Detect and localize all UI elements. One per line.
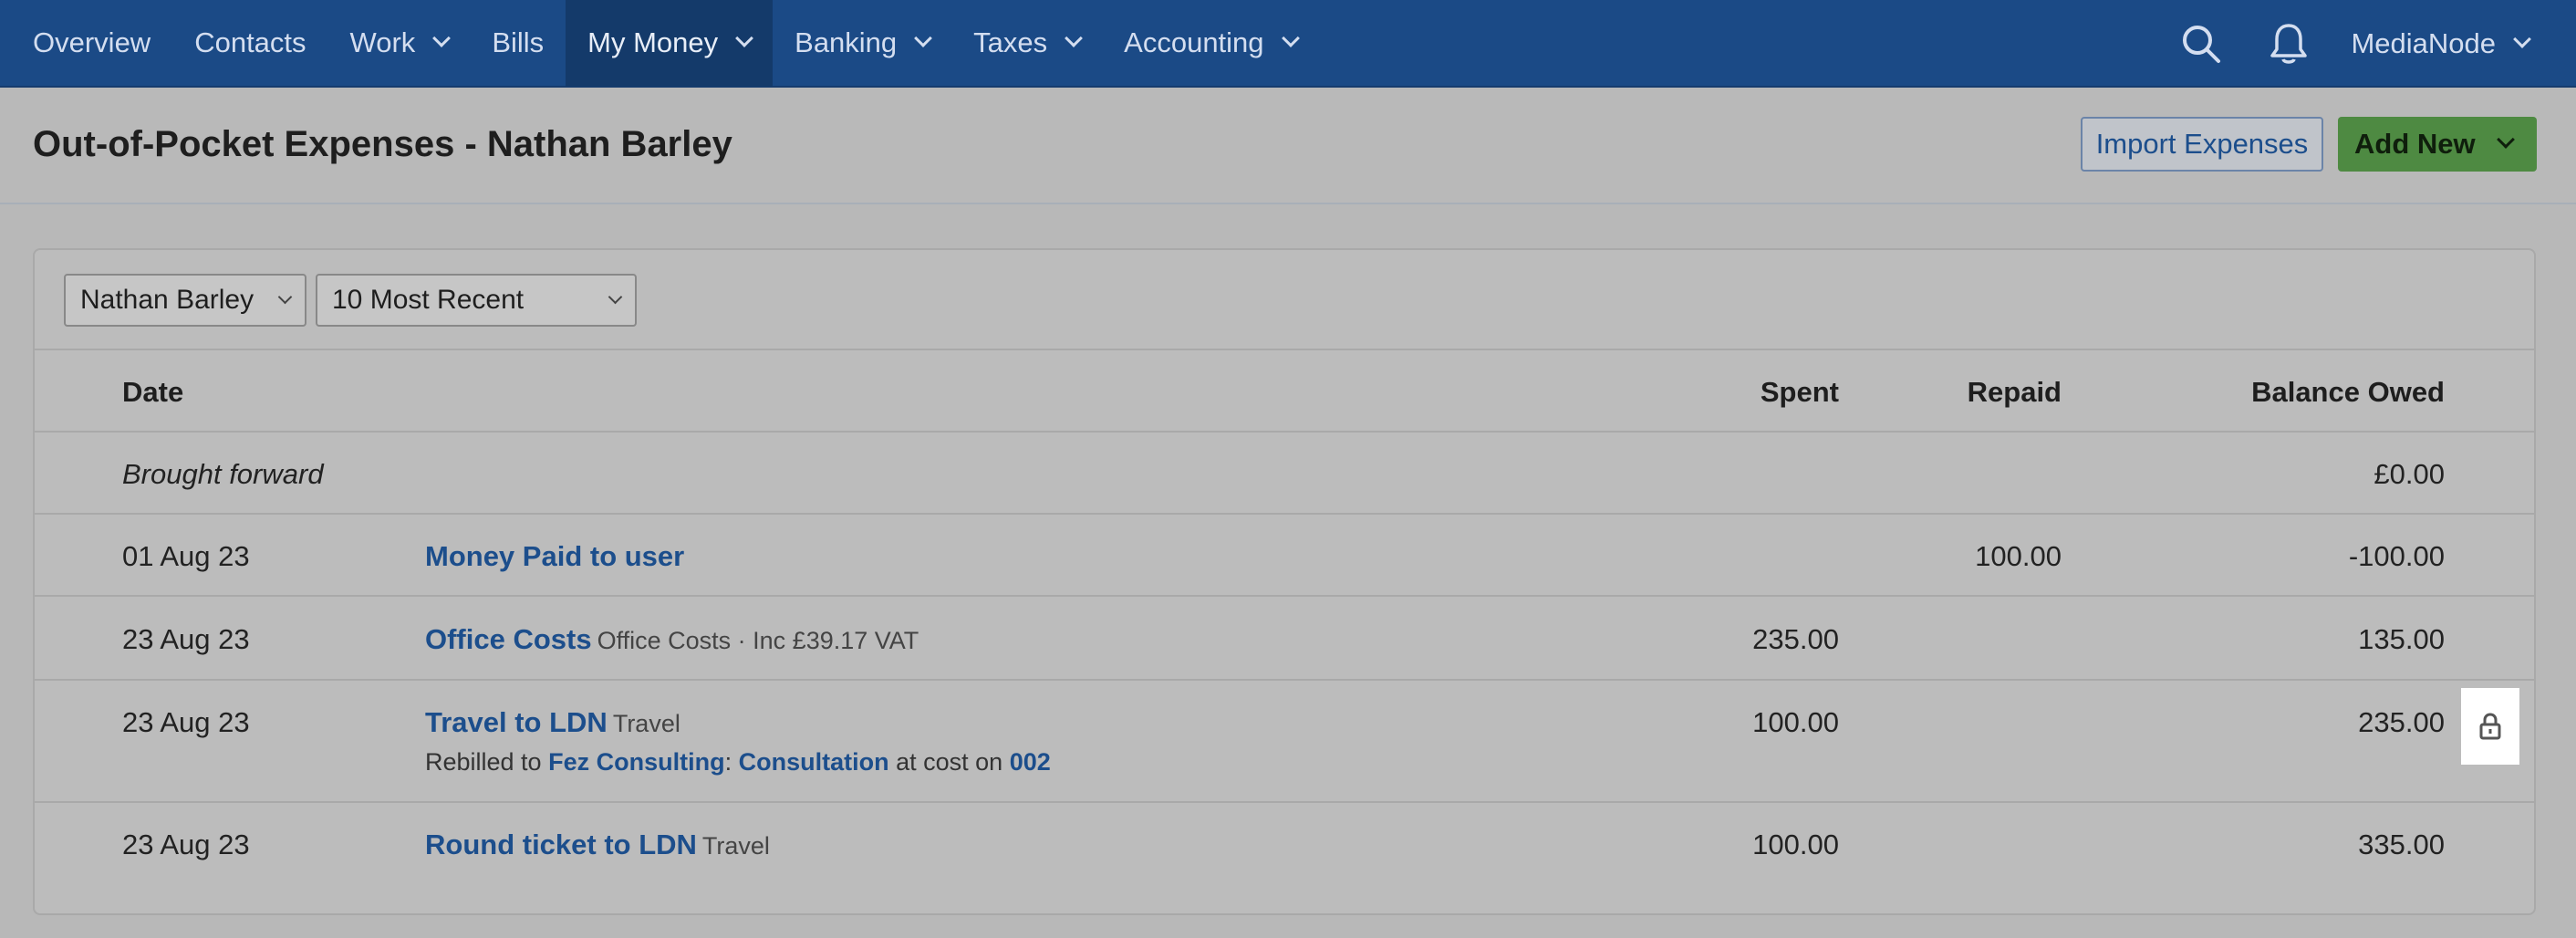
row-balance: 135.00: [2358, 623, 2445, 655]
account-name: MediaNode: [2351, 27, 2496, 59]
chevron-down-icon: [2513, 30, 2531, 48]
nav-banking[interactable]: Banking: [773, 0, 951, 87]
top-nav: Overview Contacts Work Bills My Money Ba…: [0, 0, 2576, 88]
nav-accounting-label: Accounting: [1124, 26, 1264, 58]
nav-accounting[interactable]: Accounting: [1102, 0, 1318, 87]
table-row: 23 Aug 23 Office Costs Office Costs · Inc…: [35, 597, 2534, 681]
brought-forward-balance: £0.00: [2373, 458, 2445, 490]
rebill-separator: :: [724, 748, 732, 776]
row-balance: -100.00: [2348, 540, 2445, 572]
row-category: Office Costs · Inc £39.17 VAT: [597, 627, 919, 654]
nav-my-money-label: My Money: [587, 26, 719, 58]
range-select[interactable]: 10 Most Recent: [316, 274, 637, 327]
col-spent: Spent: [1760, 376, 1839, 408]
row-date: 23 Aug 23: [122, 623, 250, 655]
nav-banking-label: Banking: [795, 26, 898, 58]
add-new-label: Add New: [2354, 128, 2476, 160]
nav-overview-label: Overview: [33, 26, 151, 58]
chevron-down-icon: [277, 289, 293, 305]
row-repaid: 100.00: [1975, 540, 2062, 572]
row-date: 23 Aug 23: [122, 829, 250, 860]
rebill-prefix: Rebilled to: [425, 748, 542, 776]
chevron-down-icon: [1065, 29, 1084, 47]
chevron-down-icon: [2496, 130, 2515, 149]
add-new-button[interactable]: Add New: [2338, 117, 2537, 172]
rebill-project-link[interactable]: Consultation: [739, 748, 889, 776]
col-date: Date: [122, 376, 184, 408]
row-balance: 235.00: [2358, 706, 2445, 738]
nav-bills-label: Bills: [492, 26, 545, 58]
user-select-value: Nathan Barley: [80, 285, 254, 315]
expense-link[interactable]: Money Paid to user: [425, 540, 684, 572]
col-balance: Balance Owed: [2251, 376, 2445, 408]
chevron-down-icon: [914, 29, 933, 47]
brought-forward-label: Brought forward: [122, 458, 324, 490]
expense-link[interactable]: Office Costs: [425, 623, 592, 655]
nav-my-money[interactable]: My Money: [566, 0, 774, 87]
row-description: Money Paid to user: [425, 540, 684, 573]
nav-overview[interactable]: Overview: [0, 0, 172, 87]
expense-link[interactable]: Travel to LDN: [425, 706, 608, 738]
row-category: Travel: [612, 710, 680, 737]
nav-work[interactable]: Work: [328, 0, 471, 87]
page-header: Out-of-Pocket Expenses - Nathan Barley I…: [0, 88, 2576, 204]
import-expenses-button[interactable]: Import Expenses: [2081, 117, 2323, 172]
nav-contacts[interactable]: Contacts: [172, 0, 327, 87]
nav-right: MediaNode: [2157, 0, 2576, 88]
table-row: 01 Aug 23 Money Paid to user 100.00 -100…: [35, 515, 2534, 597]
nav-contacts-label: Contacts: [194, 26, 306, 58]
row-date: 01 Aug 23: [122, 540, 250, 572]
page-title: Out-of-Pocket Expenses - Nathan Barley: [33, 124, 732, 164]
range-select-value: 10 Most Recent: [332, 285, 525, 315]
table-row: 23 Aug 23 Round ticket to LDN Travel 100.…: [35, 803, 2534, 885]
bell-icon[interactable]: [2245, 0, 2332, 88]
search-icon[interactable]: [2157, 0, 2245, 88]
nav-taxes[interactable]: Taxes: [951, 0, 1102, 87]
row-category: Travel: [701, 832, 770, 860]
row-spent: 235.00: [1752, 623, 1839, 655]
row-spent: 100.00: [1752, 706, 1839, 738]
chevron-down-icon: [735, 29, 754, 47]
table-row: 23 Aug 23 Travel to LDN Travel Rebilled t…: [35, 681, 2534, 803]
user-select[interactable]: Nathan Barley: [64, 274, 306, 327]
expenses-card: Nathan Barley 10 Most Recent Date Spent …: [33, 248, 2536, 915]
filter-bar: Nathan Barley 10 Most Recent: [35, 250, 2534, 350]
rebill-invoice-link[interactable]: 002: [1010, 748, 1051, 776]
row-description: Round ticket to LDN Travel: [425, 829, 770, 861]
rebill-middle: at cost on: [896, 748, 1003, 776]
chevron-down-icon: [608, 289, 623, 305]
chevron-down-icon: [1281, 29, 1300, 47]
row-description: Travel to LDN Travel: [425, 706, 680, 739]
chevron-down-icon: [432, 29, 452, 47]
row-date: 23 Aug 23: [122, 706, 250, 738]
brought-forward-row: Brought forward £0.00: [35, 433, 2534, 515]
table-header: Date Spent Repaid Balance Owed: [35, 350, 2534, 433]
col-repaid: Repaid: [1967, 376, 2062, 408]
expense-link[interactable]: Round ticket to LDN: [425, 829, 697, 860]
nav-bills[interactable]: Bills: [470, 0, 566, 87]
row-balance: 335.00: [2358, 829, 2445, 860]
rebill-client-link[interactable]: Fez Consulting: [548, 748, 724, 776]
lock-icon[interactable]: [2461, 688, 2519, 765]
nav-taxes-label: Taxes: [973, 26, 1048, 58]
row-description: Office Costs Office Costs · Inc £39.17 VA…: [425, 623, 919, 656]
nav-work-label: Work: [349, 26, 416, 58]
row-spent: 100.00: [1752, 829, 1839, 860]
rebill-info: Rebilled to Fez Consulting: Consultation…: [425, 748, 1051, 776]
account-menu[interactable]: MediaNode: [2332, 27, 2576, 60]
